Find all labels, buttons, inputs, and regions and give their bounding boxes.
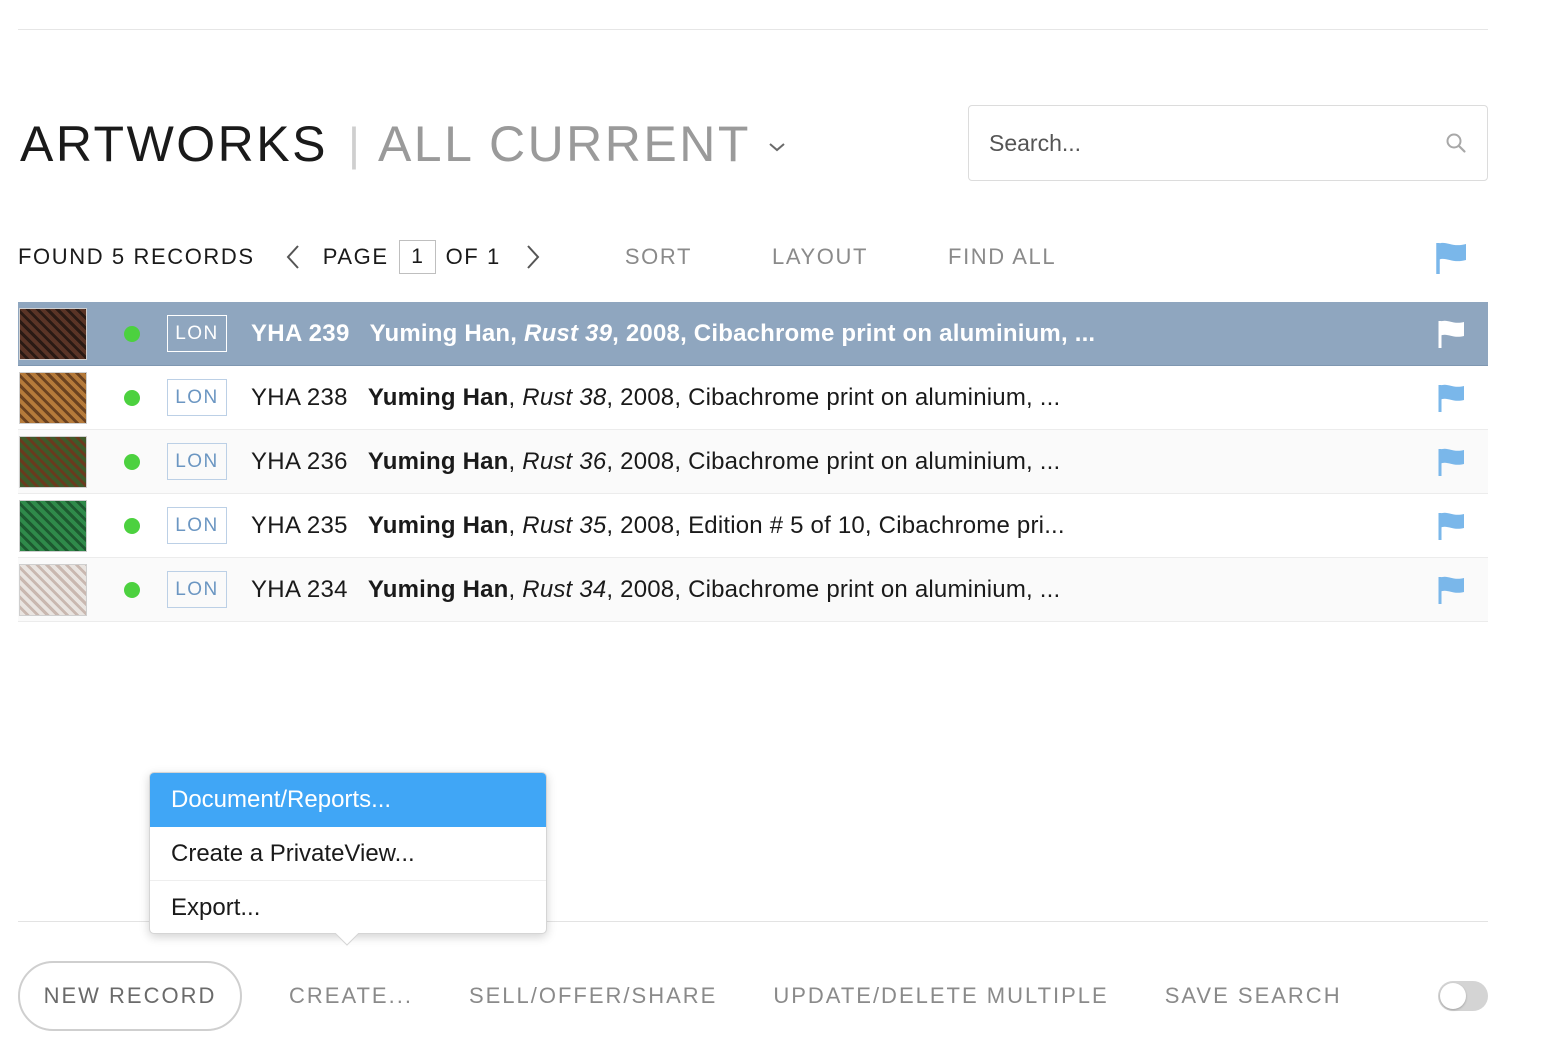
page-total: OF 1 [445, 244, 501, 269]
work-title: Rust 38 [522, 383, 607, 411]
work-details: , 2008, Edition # 5 of 10, Cibachrome pr… [606, 511, 1065, 539]
table-row[interactable]: LON YHA 234 Yuming Han, Rust 34, 2008, C… [18, 558, 1488, 622]
create-button[interactable]: CREATE... [289, 983, 413, 1009]
title-separator: | [348, 118, 360, 170]
record-description: Yuming Han, Rust 36, 2008, Cibachrome pr… [367, 447, 1061, 475]
create-menu-popup: Document/Reports... Create a PrivateView.… [149, 772, 547, 946]
artist-name: Yuming Han [367, 511, 509, 539]
location-badge: LON [167, 379, 227, 416]
location-badge: LON [167, 507, 227, 544]
artwork-thumbnail[interactable] [19, 563, 87, 616]
sort-button[interactable]: SORT [625, 244, 692, 270]
record-description: Yuming Han, Rust 38, 2008, Cibachrome pr… [367, 383, 1061, 411]
page-title: ARTWORKS | ALL CURRENT [20, 112, 789, 176]
create-menu-item[interactable]: Create a PrivateView... [150, 827, 546, 881]
record-description: Yuming Han, Rust 39, 2008, Cibachrome pr… [369, 319, 1096, 347]
artwork-thumbnail[interactable] [19, 499, 87, 552]
search-box[interactable] [968, 105, 1488, 181]
layout-button[interactable]: LAYOUT [772, 244, 868, 270]
work-title: Rust 35 [522, 511, 607, 539]
status-dot [124, 389, 140, 406]
table-row[interactable]: LON YHA 239 Yuming Han, Rust 39, 2008, C… [18, 302, 1488, 366]
popup-pointer [335, 933, 359, 946]
artist-name: Yuming Han [367, 447, 509, 475]
chevron-right-icon[interactable] [523, 242, 543, 272]
table-row[interactable]: LON YHA 235 Yuming Han, Rust 35, 2008, E… [18, 494, 1488, 558]
sell-offer-share-button[interactable]: SELL/OFFER/SHARE [469, 983, 717, 1009]
flag-icon[interactable] [1436, 510, 1466, 542]
view-selector[interactable]: ALL CURRENT [378, 115, 751, 173]
location-badge: LON [167, 443, 227, 480]
flag-icon[interactable] [1436, 574, 1466, 606]
save-search-button[interactable]: SAVE SEARCH [1165, 983, 1342, 1009]
table-row[interactable]: LON YHA 236 Yuming Han, Rust 36, 2008, C… [18, 430, 1488, 494]
page-number-field[interactable]: 1 [398, 240, 436, 274]
status-dot [124, 581, 140, 598]
update-delete-multiple-button[interactable]: UPDATE/DELETE MULTIPLE [773, 983, 1108, 1009]
artwork-thumbnail[interactable] [19, 371, 87, 424]
work-details: , 2008, Cibachrome print on aluminium, .… [606, 447, 1061, 475]
location-badge: LON [167, 315, 227, 352]
create-menu-item[interactable]: Export... [150, 881, 546, 935]
table-row[interactable]: LON YHA 238 Yuming Han, Rust 38, 2008, C… [18, 366, 1488, 430]
work-details: , 2008, Cibachrome print on aluminium, .… [606, 575, 1061, 603]
work-details: , 2008, Cibachrome print on aluminium, .… [606, 383, 1061, 411]
top-divider [18, 29, 1488, 30]
status-dot [124, 325, 140, 342]
artist-name: Yuming Han [367, 383, 509, 411]
search-icon[interactable] [1445, 132, 1467, 154]
artwork-thumbnail[interactable] [19, 435, 87, 488]
search-input[interactable] [989, 129, 1445, 157]
flag-icon[interactable] [1436, 382, 1466, 414]
page-label: PAGE [322, 244, 389, 269]
bottom-action-bar: NEW RECORD CREATE... SELL/OFFER/SHARE UP… [18, 961, 1488, 1031]
results-toolbar: FOUND 5 RECORDS PAGE 1 OF 1 SORT LAYOUT … [18, 232, 1488, 282]
record-ref: YHA 238 [251, 383, 348, 411]
status-dot [124, 517, 140, 534]
toggle-knob [1440, 983, 1466, 1009]
create-menu-item[interactable]: Document/Reports... [150, 773, 546, 827]
record-description: Yuming Han, Rust 35, 2008, Edition # 5 o… [367, 511, 1065, 539]
chevron-down-icon[interactable] [765, 135, 789, 159]
records-list: LON YHA 239 Yuming Han, Rust 39, 2008, C… [18, 302, 1488, 622]
artwork-thumbnail[interactable] [19, 307, 87, 360]
artist-name: Yuming Han [367, 575, 509, 603]
work-details: , 2008, Cibachrome print on aluminium, .… [612, 319, 1096, 347]
status-dot [124, 453, 140, 470]
chevron-left-icon[interactable] [283, 242, 303, 272]
flag-icon[interactable] [1436, 446, 1466, 478]
new-record-button[interactable]: NEW RECORD [18, 961, 242, 1031]
records-count: FOUND 5 RECORDS [18, 244, 255, 269]
artist-name: Yuming Han [369, 319, 511, 347]
record-ref: YHA 236 [251, 447, 348, 475]
record-ref: YHA 234 [251, 575, 348, 603]
section-title: ARTWORKS [20, 116, 328, 172]
record-description: Yuming Han, Rust 34, 2008, Cibachrome pr… [367, 575, 1061, 603]
record-ref: YHA 239 [251, 319, 350, 347]
flag-icon[interactable] [1436, 318, 1466, 350]
work-title: Rust 34 [522, 575, 607, 603]
find-all-button[interactable]: FIND ALL [948, 244, 1056, 270]
work-title: Rust 39 [524, 319, 613, 347]
flag-icon[interactable] [1434, 240, 1468, 276]
location-badge: LON [167, 571, 227, 608]
record-ref: YHA 235 [251, 511, 348, 539]
work-title: Rust 36 [522, 447, 607, 475]
toggle-switch[interactable] [1438, 981, 1488, 1011]
